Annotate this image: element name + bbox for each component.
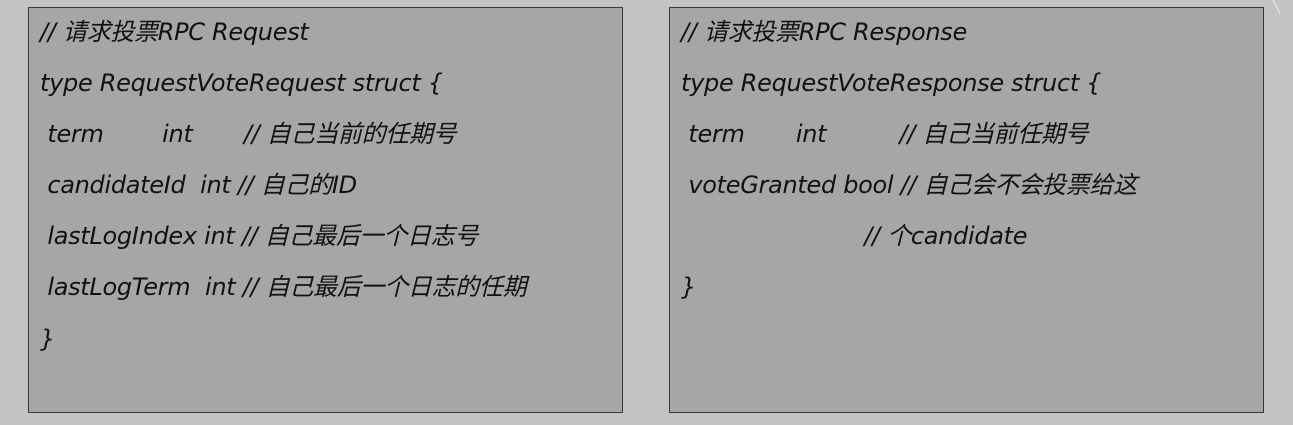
request-struct-declaration: type RequestVoteRequest struct { — [40, 69, 443, 97]
request-code-panel: // 请求投票RPC Request type RequestVoteReque… — [28, 7, 623, 413]
response-closing-brace: } — [681, 273, 696, 301]
request-field-last-log-index: lastLogIndex int // 自己最后一个日志号 — [40, 222, 479, 250]
request-field-term: term int // 自己当前的任期号 — [40, 120, 457, 148]
response-comment-line: // 请求投票RPC Response — [681, 18, 967, 46]
request-field-candidate-id: candidateId int // 自己的ID — [40, 171, 357, 199]
response-field-vote-granted: voteGranted bool // 自己会不会投票给这 — [681, 171, 1137, 199]
response-field-term: term int // 自己当前任期号 — [681, 120, 1089, 148]
response-comment-continuation: // 个candidate — [681, 222, 1028, 250]
request-closing-brace: } — [40, 325, 55, 353]
response-code-panel: // 请求投票RPC Response type RequestVoteResp… — [669, 7, 1264, 413]
response-struct-declaration: type RequestVoteResponse struct { — [681, 69, 1102, 97]
corner-decoration: ╲ — [1273, 0, 1281, 14]
request-field-last-log-term: lastLogTerm int // 自己最后一个日志的任期 — [40, 273, 527, 301]
request-comment-line: // 请求投票RPC Request — [40, 18, 309, 46]
